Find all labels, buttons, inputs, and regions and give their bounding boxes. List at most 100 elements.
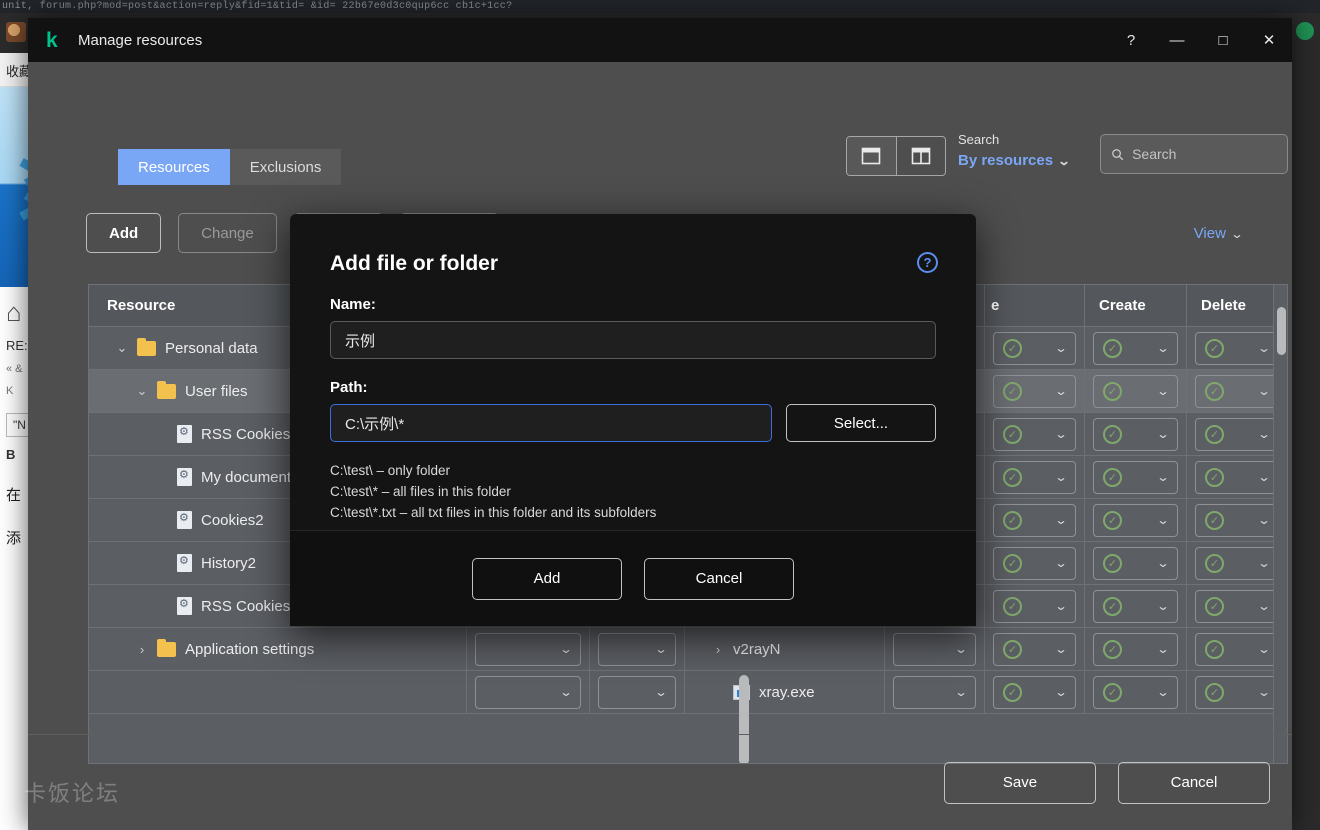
permission-cell[interactable]: ✓ ⌄ [1084, 671, 1186, 713]
dropdown-cell[interactable]: ✓ ⌄ [993, 546, 1076, 580]
dropdown-cell[interactable]: ⌄ [893, 632, 976, 666]
table-row[interactable]: ⌄ ⌄ xray.exe ⌄ ✓ ⌄ ✓ ⌄ ✓ ⌄ [89, 671, 1287, 714]
dropdown-cell[interactable]: ✓ ⌄ [1093, 589, 1178, 623]
maximize-button[interactable]: □ [1200, 18, 1246, 62]
attribute-cell[interactable]: ⌄ [466, 671, 589, 713]
search-mode-dropdown[interactable]: By resources ⌄ [958, 152, 1071, 169]
permission-cell[interactable]: ✓ ⌄ [1084, 499, 1186, 541]
tab-resources[interactable]: Resources [118, 149, 230, 185]
dropdown-cell[interactable]: ✓ ⌄ [1195, 331, 1279, 365]
dropdown-cell[interactable]: ⌄ [598, 632, 676, 666]
permission-cell[interactable]: ✓ ⌄ [984, 542, 1084, 584]
permission-cell[interactable]: ✓ ⌄ [1186, 628, 1287, 670]
cancel-button[interactable]: Cancel [1118, 761, 1270, 804]
dropdown-cell[interactable]: ⌄ [475, 632, 581, 666]
dropdown-cell[interactable]: ✓ ⌄ [1195, 374, 1279, 408]
permission-cell[interactable]: ✓ ⌄ [984, 585, 1084, 627]
resource-cell[interactable]: › Application settings [89, 628, 466, 670]
dropdown-cell[interactable]: ✓ ⌄ [1093, 417, 1178, 451]
dropdown-cell[interactable]: ✓ ⌄ [993, 675, 1076, 709]
dropdown-cell[interactable]: ✓ ⌄ [1093, 503, 1178, 537]
help-icon[interactable]: ? [917, 252, 938, 273]
dropdown-cell[interactable]: ✓ ⌄ [993, 417, 1076, 451]
help-button[interactable]: ? [1108, 18, 1154, 62]
scrollbar-thumb[interactable] [1277, 307, 1286, 355]
permission-cell[interactable]: ✓ ⌄ [1186, 413, 1287, 455]
dropdown-cell[interactable]: ⌄ [893, 675, 976, 709]
chevron-down-icon[interactable]: ⌄ [127, 383, 157, 399]
permission-cell[interactable]: ✓ ⌄ [1084, 370, 1186, 412]
permission-cell[interactable]: ✓ ⌄ [984, 456, 1084, 498]
permission-cell[interactable]: ✓ ⌄ [1186, 456, 1287, 498]
add-button[interactable]: Add [86, 213, 162, 253]
path-input[interactable] [330, 404, 772, 442]
permission-cell[interactable]: ⌄ [884, 671, 984, 713]
minimize-button[interactable]: — [1154, 18, 1200, 62]
change-button[interactable]: Change [178, 213, 277, 253]
dropdown-cell[interactable]: ✓ ⌄ [1195, 460, 1279, 494]
vertical-scrollbar[interactable] [1273, 285, 1287, 763]
permission-cell[interactable]: ✓ ⌄ [1084, 413, 1186, 455]
nested-resource-cell[interactable]: › v2rayN [684, 628, 884, 670]
nested-resource-cell[interactable]: xray.exe [684, 671, 884, 713]
permission-cell[interactable]: ✓ ⌄ [1186, 542, 1287, 584]
permission-cell[interactable]: ✓ ⌄ [984, 628, 1084, 670]
permission-cell[interactable]: ✓ ⌄ [984, 499, 1084, 541]
permission-cell[interactable]: ✓ ⌄ [1186, 585, 1287, 627]
search-box[interactable] [1100, 134, 1288, 174]
dropdown-cell[interactable]: ✓ ⌄ [1093, 546, 1178, 580]
dialog-add-button[interactable]: Add [472, 557, 622, 600]
chevron-down-icon[interactable]: ⌄ [107, 340, 137, 356]
permission-cell[interactable]: ✓ ⌄ [984, 671, 1084, 713]
dropdown-cell[interactable]: ✓ ⌄ [993, 374, 1076, 408]
permission-cell[interactable]: ✓ ⌄ [1084, 456, 1186, 498]
permission-cell[interactable]: ✓ ⌄ [1186, 499, 1287, 541]
permission-cell[interactable]: ✓ ⌄ [984, 327, 1084, 369]
permission-cell[interactable]: ✓ ⌄ [1084, 585, 1186, 627]
permission-cell[interactable]: ✓ ⌄ [1186, 671, 1287, 713]
view-mode-toggle[interactable] [846, 136, 946, 176]
single-pane-view-icon[interactable] [847, 137, 896, 175]
permission-cell[interactable]: ✓ ⌄ [1084, 542, 1186, 584]
dropdown-cell[interactable]: ✓ ⌄ [1195, 632, 1279, 666]
column-header-write[interactable]: e [984, 285, 1084, 326]
dropdown-cell[interactable]: ⌄ [598, 675, 676, 709]
select-button[interactable]: Select... [786, 404, 936, 442]
save-button[interactable]: Save [944, 761, 1096, 804]
dialog-cancel-button[interactable]: Cancel [644, 557, 794, 600]
dropdown-cell[interactable]: ✓ ⌄ [993, 632, 1076, 666]
permission-cell[interactable]: ✓ ⌄ [1186, 327, 1287, 369]
dropdown-cell[interactable]: ✓ ⌄ [993, 460, 1076, 494]
close-button[interactable]: ✕ [1246, 18, 1292, 62]
dropdown-cell[interactable]: ✓ ⌄ [1093, 374, 1178, 408]
dropdown-cell[interactable]: ⌄ [475, 675, 581, 709]
dropdown-cell[interactable]: ✓ ⌄ [1093, 675, 1178, 709]
attribute-cell[interactable]: ⌄ [466, 628, 589, 670]
permission-cell[interactable]: ✓ ⌄ [984, 413, 1084, 455]
dropdown-cell[interactable]: ✓ ⌄ [1093, 460, 1178, 494]
dropdown-cell[interactable]: ✓ ⌄ [1195, 546, 1279, 580]
dropdown-cell[interactable]: ✓ ⌄ [1195, 417, 1279, 451]
dropdown-cell[interactable]: ✓ ⌄ [1093, 331, 1178, 365]
column-header-create[interactable]: Create [1084, 285, 1186, 326]
dropdown-cell[interactable]: ✓ ⌄ [993, 331, 1076, 365]
tab-exclusions[interactable]: Exclusions [229, 149, 342, 185]
dropdown-cell[interactable]: ✓ ⌄ [993, 589, 1076, 623]
dropdown-cell[interactable]: ✓ ⌄ [1093, 632, 1178, 666]
dropdown-cell[interactable]: ✓ ⌄ [1195, 675, 1279, 709]
chevron-right-icon[interactable]: › [703, 642, 733, 657]
chevron-right-icon[interactable]: › [127, 642, 157, 657]
permission-cell[interactable]: ✓ ⌄ [1084, 327, 1186, 369]
table-row[interactable]: › Application settings ⌄ ⌄ › v2rayN ⌄ ✓ ⌄ ✓ ⌄ ✓ ⌄ [89, 628, 1287, 671]
permission-cell[interactable]: ✓ ⌄ [1186, 370, 1287, 412]
search-input[interactable] [1132, 146, 1277, 162]
view-menu-dropdown[interactable]: View ⌄ [1194, 225, 1244, 242]
dropdown-cell[interactable]: ✓ ⌄ [1195, 589, 1279, 623]
name-input[interactable] [330, 321, 936, 359]
split-pane-view-icon[interactable] [895, 137, 945, 175]
attribute-cell[interactable]: ⌄ [589, 628, 684, 670]
permission-cell[interactable]: ✓ ⌄ [1084, 628, 1186, 670]
attribute-cell[interactable]: ⌄ [589, 671, 684, 713]
permission-cell[interactable]: ✓ ⌄ [984, 370, 1084, 412]
dropdown-cell[interactable]: ✓ ⌄ [1195, 503, 1279, 537]
